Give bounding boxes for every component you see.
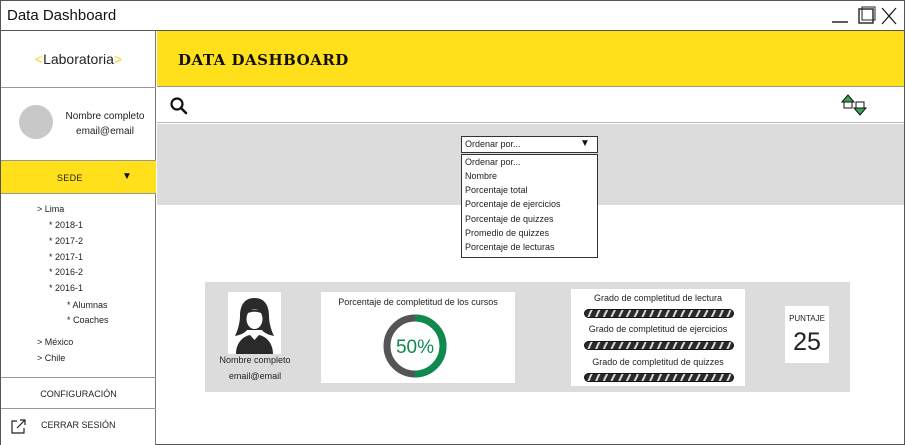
- close-icon[interactable]: [879, 6, 899, 26]
- window-title: Data Dashboard: [7, 7, 117, 24]
- tree-item-2018-1[interactable]: * 2018-1: [49, 220, 83, 230]
- sidebar: <Laboratoria> Nombre completo email@emai…: [1, 31, 156, 445]
- external-link-icon: [11, 419, 26, 434]
- sort-option[interactable]: Porcentaje total: [465, 185, 528, 195]
- courses-progress-panel: Porcentaje de completitud de los cursos …: [321, 292, 515, 383]
- tree-item-2016-1[interactable]: * 2016-1: [49, 283, 83, 293]
- config-label: CONFIGURACIÓN: [40, 389, 117, 399]
- courses-progress-label: Porcentaje de completitud de los cursos: [338, 297, 498, 307]
- sort-toggle-icon[interactable]: [841, 94, 867, 116]
- avatar: [19, 105, 53, 139]
- search-icon[interactable]: [169, 96, 189, 116]
- grades-panel: Grado de completitud de lectura Grado de…: [571, 289, 745, 386]
- maximize-icon[interactable]: [856, 6, 876, 26]
- sort-options-list: Ordenar por... Nombre Porcentaje total P…: [461, 154, 598, 258]
- grade-bar-ejercicios: [584, 341, 734, 350]
- grade-label-lectura: Grado de completitud de lectura: [593, 293, 723, 303]
- grade-label-ejercicios: Grado de completitud de ejercicios: [588, 324, 728, 334]
- page-title: DATA DASHBOARD: [178, 51, 349, 69]
- profile-email: email@email: [76, 126, 134, 137]
- config-button[interactable]: CONFIGURACIÓN: [1, 377, 156, 409]
- app-window: Data Dashboard <Laboratoria> Nombre comp…: [0, 0, 905, 445]
- score-panel: PUNTAJE 25: [785, 306, 829, 363]
- score-value: 25: [793, 328, 821, 356]
- sort-option[interactable]: Porcentaje de quizzes: [465, 214, 554, 224]
- grade-bar-lectura: [584, 309, 734, 318]
- tree-item-2017-2[interactable]: * 2017-2: [49, 236, 83, 246]
- sede-label: SEDE: [57, 173, 83, 183]
- caret-down-icon: ▼: [122, 171, 132, 182]
- sede-dropdown[interactable]: SEDE ▼: [1, 161, 156, 194]
- grade-label-quizzes: Grado de completitud de quizzes: [592, 357, 724, 367]
- grade-bar-quizzes: [584, 373, 734, 382]
- brand-logo-text: Laboratoria: [43, 51, 114, 67]
- toolbar: [157, 87, 904, 123]
- tree-item-lima[interactable]: > Lima: [37, 204, 64, 214]
- score-label: PUNTAJE: [789, 314, 825, 323]
- brand-logo[interactable]: <Laboratoria>: [1, 31, 156, 88]
- tree-item-chile[interactable]: > Chile: [37, 353, 65, 363]
- profile-name: Nombre completo: [65, 111, 145, 122]
- tree-item-2016-2[interactable]: * 2016-2: [49, 267, 83, 277]
- logout-label: CERRAR SESIÓN: [41, 420, 116, 430]
- sort-option[interactable]: Promedio de quizzes: [465, 228, 549, 238]
- tree-item-2017-1[interactable]: * 2017-1: [49, 252, 83, 262]
- sort-select-value: Ordenar por...: [465, 139, 521, 149]
- caret-down-icon: ▼: [580, 138, 590, 149]
- logout-button[interactable]: CERRAR SESIÓN: [1, 409, 156, 445]
- student-name: Nombre completo: [219, 355, 291, 365]
- minimize-icon[interactable]: [830, 6, 850, 26]
- title-bar: Data Dashboard: [1, 1, 904, 31]
- sort-option[interactable]: Ordenar por...: [465, 157, 521, 167]
- student-email: email@email: [228, 371, 282, 381]
- user-profile: Nombre completo email@email: [1, 88, 156, 161]
- courses-progress-donut: 50%: [383, 314, 447, 378]
- tree-item-alumnas[interactable]: * Alumnas: [67, 300, 108, 310]
- sort-select[interactable]: Ordenar por... ▼: [461, 136, 598, 153]
- student-card[interactable]: Nombre completo email@email Porcentaje d…: [205, 282, 850, 392]
- courses-percent-text: 50%: [396, 337, 434, 358]
- tree-item-coaches[interactable]: * Coaches: [67, 315, 109, 325]
- sort-option[interactable]: Porcentaje de lecturas: [465, 242, 555, 252]
- page-header: DATA DASHBOARD: [157, 31, 904, 87]
- student-avatar-icon: [228, 292, 281, 354]
- sort-option[interactable]: Porcentaje de ejercicios: [465, 199, 561, 209]
- sort-option[interactable]: Nombre: [465, 171, 497, 181]
- tree-item-mexico[interactable]: > México: [37, 337, 73, 347]
